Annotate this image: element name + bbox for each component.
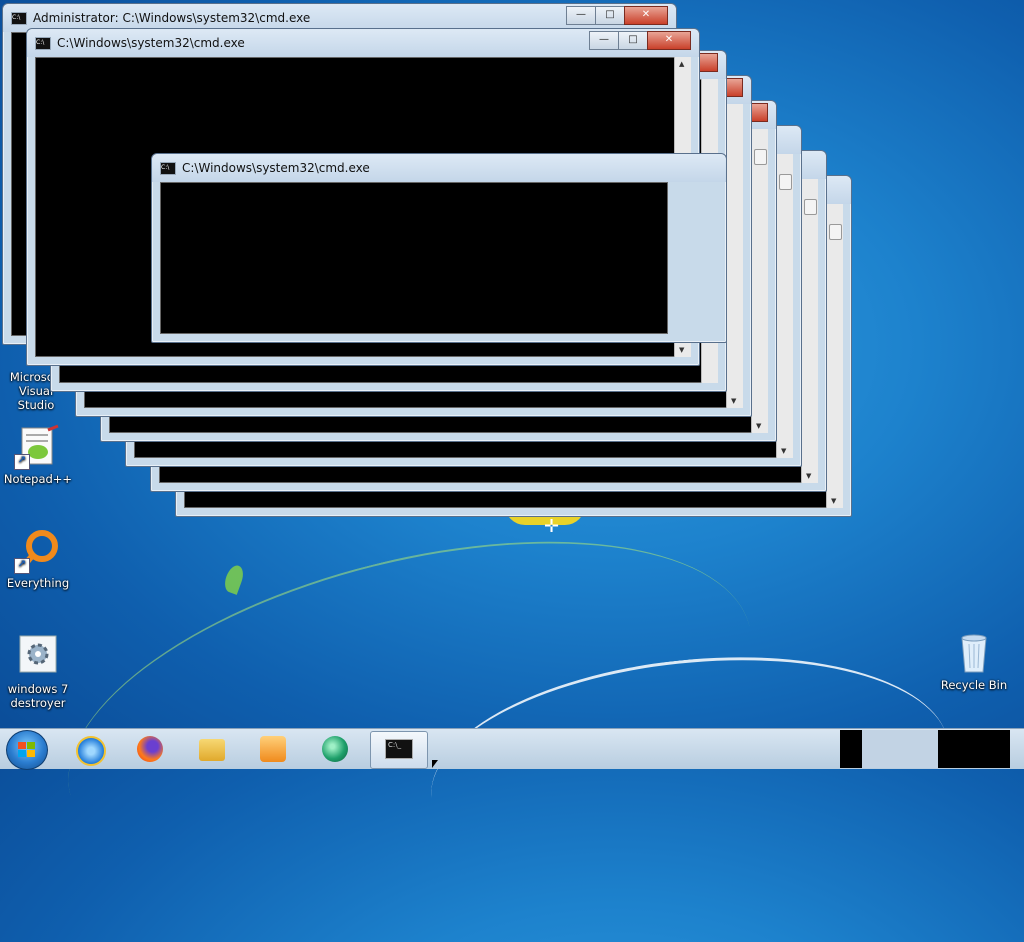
scroll-thumb[interactable] [804,199,817,215]
minimize-button[interactable]: — [566,6,596,25]
cmd-app-icon: C:\ [160,162,176,175]
window-title: Administrator: C:\Windows\system32\cmd.e… [33,11,311,25]
internet-explorer-icon [76,736,106,766]
recycle-bin-icon [952,630,996,674]
firefox-icon [137,736,163,762]
minimize-button[interactable]: — [589,31,619,50]
scroll-down-arrow-icon[interactable]: ▼ [781,447,786,455]
taskbar-media-player[interactable] [248,731,298,767]
vertical-scrollbar[interactable]: ▼ [826,204,843,508]
desktop-icon-recycle-bin[interactable]: Recycle Bin [938,630,1010,692]
window-controls: — □ ✕ [566,6,668,25]
desktop-icon-everything[interactable]: ↗ Everything [2,528,74,590]
app-icon [322,736,348,762]
cmd-icon: C:\_ [385,739,413,759]
taskbar-app[interactable] [310,731,360,767]
desktop-icon-label: windows 7 destroyer [7,682,69,710]
notepad-plus-plus-icon: ↗ [14,424,60,470]
shortcut-arrow-icon: ↗ [14,558,30,574]
maximize-button[interactable]: □ [595,6,625,25]
console-area[interactable] [160,182,668,334]
scroll-thumb[interactable] [754,149,767,165]
vertical-scrollbar[interactable]: ▼ [776,154,793,458]
windows-logo-icon [18,742,36,758]
taskbar-file-explorer[interactable] [187,731,237,767]
file-explorer-icon [199,739,225,761]
desktop-icon-label: Everything [6,576,70,590]
titlebar[interactable]: C:\ C:\Windows\system32\cmd.exe [152,154,726,182]
close-button[interactable]: ✕ [624,6,668,25]
cmd-window-front[interactable]: C:\ C:\Windows\system32\cmd.exe [151,153,727,343]
crosshair-cursor-icon: ✛ [544,516,560,537]
scroll-thumb[interactable] [779,174,792,190]
taskbar-firefox[interactable] [125,731,175,767]
start-button[interactable] [6,730,48,770]
vertical-scrollbar[interactable]: ▼ [751,129,768,433]
clock-black-area [938,730,1010,768]
vertical-scrollbar[interactable]: ▼ [726,104,743,408]
shortcut-arrow-icon: ↗ [14,454,30,470]
maximize-button[interactable]: □ [618,31,648,50]
scroll-down-arrow-icon[interactable]: ▼ [831,497,836,505]
close-button[interactable]: ✕ [647,31,691,50]
tray-black-area [840,730,862,768]
settings-gear-icon [16,634,60,678]
taskbar-cmd[interactable]: C:\_ [370,731,428,769]
scroll-down-arrow-icon[interactable]: ▼ [806,472,811,480]
scroll-down-arrow-icon[interactable]: ▼ [731,397,736,405]
notification-area[interactable] [862,730,938,768]
cmd-app-icon: C:\ [11,12,27,25]
taskbar-internet-explorer[interactable] [64,731,114,767]
scroll-thumb[interactable] [829,224,842,240]
scroll-down-arrow-icon[interactable]: ▼ [679,346,684,354]
desktop-icon-windows-7-destroyer[interactable]: windows 7 destroyer [2,634,74,710]
scroll-down-arrow-icon[interactable]: ▼ [756,422,761,430]
mouse-pointer-icon [432,760,438,768]
scroll-up-arrow-icon[interactable]: ▲ [679,60,684,68]
desktop-icon-label: Notepad++ [3,472,73,486]
everything-search-icon: ↗ [14,528,60,574]
cmd-app-icon: C:\ [35,37,51,50]
desktop-icon-label: Recycle Bin [940,678,1008,692]
media-player-icon [260,736,286,762]
wallpaper-leaf [221,563,247,595]
vertical-scrollbar[interactable]: ▼ [801,179,818,483]
window-title: C:\Windows\system32\cmd.exe [182,161,370,175]
window-controls: — □ ✕ [589,31,691,50]
desktop-icon-notepad-plus-plus[interactable]: ↗ Notepad++ [2,424,74,486]
window-title: C:\Windows\system32\cmd.exe [57,36,245,50]
